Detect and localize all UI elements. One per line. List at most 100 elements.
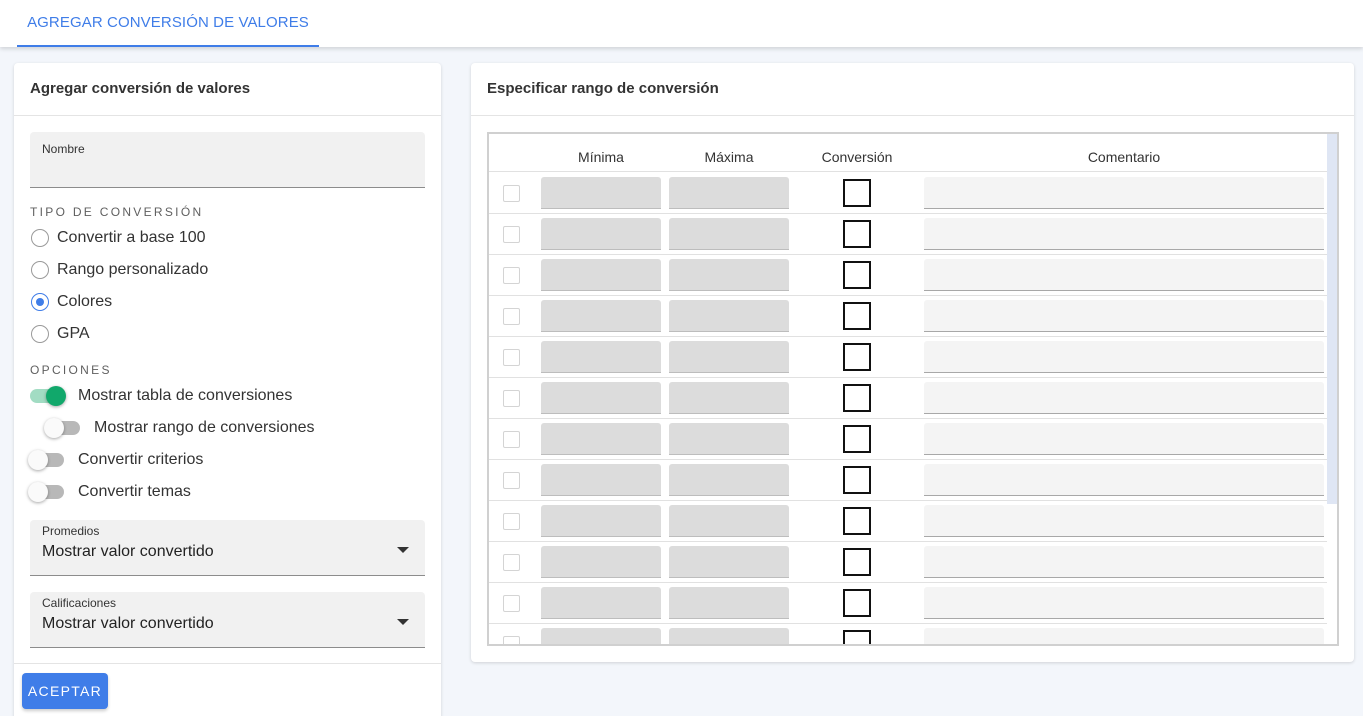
min-input[interactable] xyxy=(541,341,661,373)
comment-input[interactable] xyxy=(924,587,1324,619)
color-picker-box[interactable] xyxy=(843,630,871,644)
radio-label: Rango personalizado xyxy=(57,261,209,278)
row-checkbox[interactable] xyxy=(503,595,520,612)
radio-custom-range[interactable]: Rango personalizado xyxy=(30,258,208,282)
comment-input[interactable] xyxy=(924,546,1324,578)
color-picker-box[interactable] xyxy=(843,384,871,412)
comment-input[interactable] xyxy=(924,505,1324,537)
max-input[interactable] xyxy=(669,587,789,619)
row-checkbox[interactable] xyxy=(503,185,520,202)
dropdown-arrow-icon[interactable] xyxy=(397,547,409,553)
divider xyxy=(14,115,441,116)
radio-button[interactable] xyxy=(31,261,49,279)
min-input[interactable] xyxy=(541,423,661,455)
comment-input[interactable] xyxy=(924,300,1324,332)
comment-input[interactable] xyxy=(924,218,1324,250)
max-input[interactable] xyxy=(669,218,789,250)
row-checkbox[interactable] xyxy=(503,513,520,530)
toggle-switch[interactable] xyxy=(28,450,64,470)
dropdown-arrow-icon[interactable] xyxy=(397,619,409,625)
grades-select-label: Calificaciones xyxy=(42,596,117,610)
panel-title: Especificar rango de conversión xyxy=(487,80,719,97)
min-input[interactable] xyxy=(541,546,661,578)
min-input[interactable] xyxy=(541,177,661,209)
radio-base-100[interactable]: Convertir a base 100 xyxy=(30,226,206,250)
comment-input[interactable] xyxy=(924,423,1324,455)
max-input[interactable] xyxy=(669,546,789,578)
max-input[interactable] xyxy=(669,300,789,332)
radio-button[interactable] xyxy=(31,325,49,343)
max-input[interactable] xyxy=(669,259,789,291)
radio-colors[interactable]: Colores xyxy=(30,290,112,314)
color-picker-box[interactable] xyxy=(843,425,871,453)
max-input[interactable] xyxy=(669,628,789,644)
comment-input[interactable] xyxy=(924,464,1324,496)
radio-gpa[interactable]: GPA xyxy=(30,322,90,346)
color-picker-box[interactable] xyxy=(843,261,871,289)
radio-label: Convertir a base 100 xyxy=(57,229,206,246)
color-picker-box[interactable] xyxy=(843,466,871,494)
table-row xyxy=(489,214,1327,255)
table-row xyxy=(489,173,1327,214)
color-picker-box[interactable] xyxy=(843,343,871,371)
row-checkbox[interactable] xyxy=(503,431,520,448)
toggle-switch[interactable] xyxy=(44,418,80,438)
radio-button-selected[interactable] xyxy=(31,293,49,311)
min-input[interactable] xyxy=(541,382,661,414)
max-input[interactable] xyxy=(669,177,789,209)
comment-input[interactable] xyxy=(924,628,1324,644)
max-input[interactable] xyxy=(669,505,789,537)
toggle-show-conversion-table[interactable]: Mostrar tabla de conversiones xyxy=(30,384,292,408)
radio-button[interactable] xyxy=(31,229,49,247)
toggle-convert-criteria[interactable]: Convertir criterios xyxy=(28,448,204,472)
row-checkbox[interactable] xyxy=(503,390,520,407)
min-input[interactable] xyxy=(541,587,661,619)
max-input[interactable] xyxy=(669,341,789,373)
table-scrollbar[interactable] xyxy=(1327,134,1337,504)
toggle-label: Convertir criterios xyxy=(78,451,204,468)
toggle-switch[interactable] xyxy=(30,386,66,406)
max-input[interactable] xyxy=(669,423,789,455)
color-picker-box[interactable] xyxy=(843,302,871,330)
grades-select[interactable]: Calificaciones Mostrar valor convertido xyxy=(30,592,425,648)
tab-add-value-conversion[interactable]: AGREGAR CONVERSIÓN DE VALORES xyxy=(17,0,319,47)
toggle-switch[interactable] xyxy=(28,482,64,502)
divider xyxy=(14,663,441,664)
min-input[interactable] xyxy=(541,300,661,332)
min-input[interactable] xyxy=(541,628,661,644)
toggle-show-conversion-range[interactable]: Mostrar rango de conversiones xyxy=(44,416,315,440)
row-checkbox[interactable] xyxy=(503,267,520,284)
conversion-type-label: TIPO DE CONVERSIÓN xyxy=(30,205,204,219)
min-input[interactable] xyxy=(541,505,661,537)
averages-select[interactable]: Promedios Mostrar valor convertido xyxy=(30,520,425,576)
row-checkbox[interactable] xyxy=(503,226,520,243)
comment-input[interactable] xyxy=(924,382,1324,414)
comment-input[interactable] xyxy=(924,177,1324,209)
panel-title: Agregar conversión de valores xyxy=(30,80,251,97)
table-body xyxy=(489,173,1327,644)
row-checkbox[interactable] xyxy=(503,308,520,325)
color-picker-box[interactable] xyxy=(843,589,871,617)
color-picker-box[interactable] xyxy=(843,507,871,535)
min-input[interactable] xyxy=(541,259,661,291)
max-input[interactable] xyxy=(669,464,789,496)
toggle-convert-topics[interactable]: Convertir temas xyxy=(28,480,191,504)
row-checkbox[interactable] xyxy=(503,554,520,571)
color-picker-box[interactable] xyxy=(843,179,871,207)
comment-input[interactable] xyxy=(924,341,1324,373)
min-input[interactable] xyxy=(541,464,661,496)
row-checkbox[interactable] xyxy=(503,472,520,489)
column-header-comment: Comentario xyxy=(1087,149,1161,165)
name-field[interactable]: Nombre xyxy=(30,132,425,188)
accept-button[interactable]: ACEPTAR xyxy=(22,673,108,709)
row-checkbox[interactable] xyxy=(503,349,520,366)
color-picker-box[interactable] xyxy=(843,548,871,576)
comment-input[interactable] xyxy=(924,259,1324,291)
color-picker-box[interactable] xyxy=(843,220,871,248)
table-row xyxy=(489,255,1327,296)
table-row xyxy=(489,501,1327,542)
max-input[interactable] xyxy=(669,382,789,414)
min-input[interactable] xyxy=(541,218,661,250)
averages-select-value: Mostrar valor convertido xyxy=(42,543,214,560)
row-checkbox[interactable] xyxy=(503,636,520,644)
